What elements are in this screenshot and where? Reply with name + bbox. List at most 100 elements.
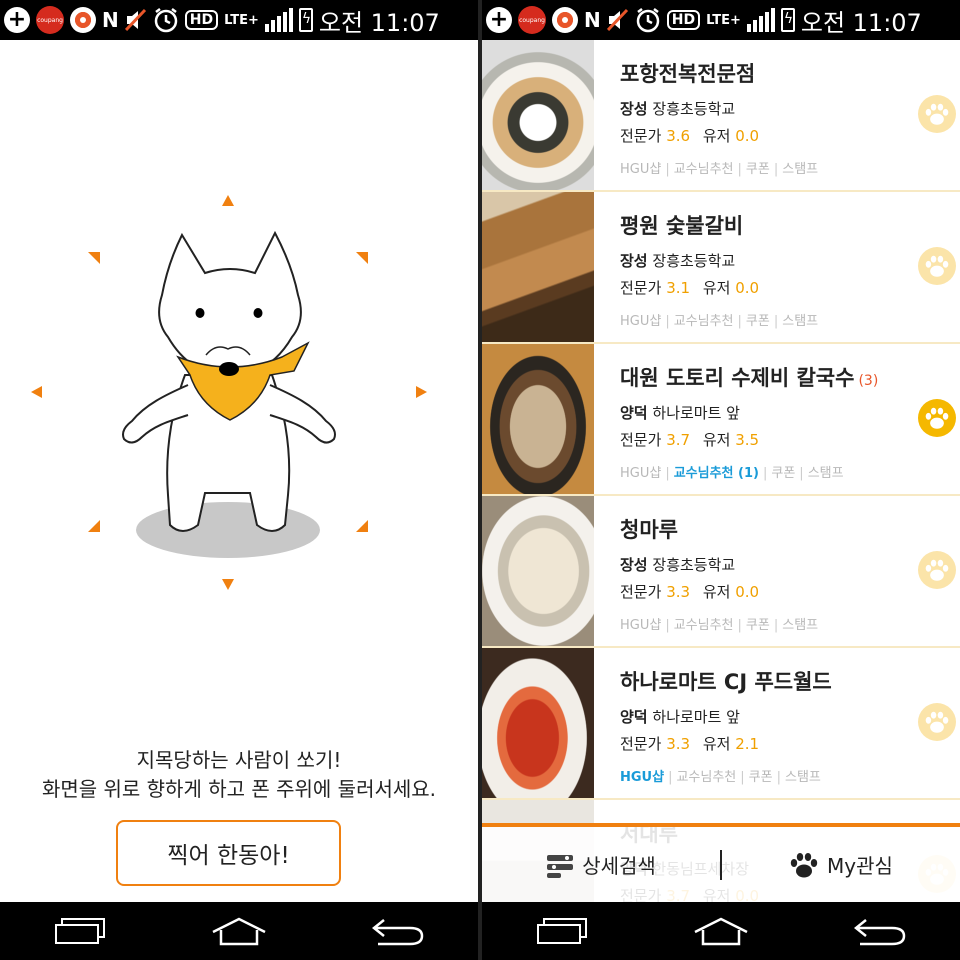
target-icon: [552, 7, 578, 33]
restaurant-tag[interactable]: 스탬프: [808, 466, 844, 481]
restaurant-photo: [482, 496, 594, 646]
restaurant-scores: 전문가 3.7 유저 3.5: [620, 429, 910, 450]
restaurant-tag[interactable]: HGU샵: [620, 770, 664, 785]
restaurant-tag[interactable]: HGU샵: [620, 466, 661, 481]
restaurant-tags: HGU샵|교수님추천|쿠폰|스탬프: [620, 158, 910, 177]
restaurant-tag[interactable]: 교수님추천: [674, 162, 734, 177]
restaurant-name-text: 평원 숯불갈비: [620, 214, 744, 238]
expert-score: 3.1: [666, 279, 691, 297]
tag-separator: |: [762, 466, 768, 481]
tag-separator: |: [737, 618, 742, 633]
location-area: 양덕: [620, 404, 648, 422]
restaurant-tag[interactable]: 교수님추천: [676, 770, 736, 785]
restaurant-tag[interactable]: 쿠폰: [746, 314, 770, 329]
favorite-paw-button[interactable]: [918, 551, 956, 589]
restaurant-row[interactable]: 대원 도토리 수제비 칼국수 (3) 양덕 하나로마트 앞전문가 3.7 유저 3.…: [482, 344, 960, 496]
restaurant-name-text: 포항전복전문점: [620, 62, 756, 86]
navigation-bar: [0, 902, 478, 960]
clock: 오전 11:07: [318, 8, 440, 37]
restaurant-tag[interactable]: 스탬프: [782, 314, 818, 329]
expert-score: 3.6: [666, 127, 691, 145]
restaurant-location: 장성 장흥초등학교: [620, 250, 910, 271]
expert-score: 3.7: [666, 431, 691, 449]
restaurant-tag[interactable]: 쿠폰: [746, 162, 770, 177]
restaurant-tags: HGU샵|교수님추천|쿠폰|스탬프: [620, 310, 910, 329]
restaurant-name: 대원 도토리 수제비 칼국수 (3): [620, 362, 910, 392]
home-button[interactable]: [209, 911, 269, 951]
back-icon: [372, 919, 424, 946]
restaurant-photo: [482, 40, 594, 190]
restaurant-info: 청마루 장성 장흥초등학교 전문가 3.3 유저 0.0 HGU샵 | 교수님추천 | 쿠폰…: [620, 514, 910, 633]
tag-separator: |: [665, 162, 670, 177]
tag-separator: |: [799, 466, 804, 481]
restaurant-scores: 전문가 3.1 유저 0.0: [620, 277, 910, 298]
shoot-button[interactable]: 찍어 한동아!: [116, 820, 341, 886]
user-label: 유저: [702, 127, 731, 145]
my-favorites-label: My관심: [827, 854, 893, 878]
restaurant-list-screen: + coupang N HD LTE+ 오전 11:07 포항전복전문점장성 장…: [482, 0, 960, 960]
restaurant-tag[interactable]: 쿠폰: [749, 770, 773, 785]
favorite-paw-button[interactable]: [918, 399, 956, 437]
restaurant-info: 하나로마트 CJ 푸드월드 양덕 하나로마트 앞 전문가 3.3 유저 2.1 HG…: [620, 666, 910, 785]
restaurant-tag[interactable]: 스탬프: [782, 162, 818, 177]
restaurant-tag[interactable]: 교수님추천 (1): [674, 466, 759, 481]
restaurant-tag[interactable]: HGU샵: [620, 314, 661, 329]
restaurant-tag[interactable]: 교수님추천: [674, 618, 734, 633]
recent-apps-button[interactable]: [50, 911, 110, 951]
favorite-paw-button[interactable]: [918, 703, 956, 741]
arrow-downright-icon: [356, 520, 368, 532]
restaurant-name-text: 대원 도토리 수제비 칼국수: [620, 366, 855, 390]
restaurant-row[interactable]: 평원 숯불갈비장성 장흥초등학교전문가 3.1 유저 0.0 HGU샵 | 교수님추…: [482, 192, 960, 344]
expert-label: 전문가: [620, 735, 662, 753]
add-icon: +: [4, 7, 30, 33]
paw-icon: [925, 103, 949, 125]
home-button[interactable]: [691, 911, 751, 951]
back-icon: [854, 919, 906, 946]
camera-screen: + coupang N HD LTE+ 오전 11:07: [0, 0, 478, 960]
restaurant-name-text: 하나로마트 CJ 푸드월드: [620, 670, 832, 694]
location-landmark: 하나로마트 앞: [652, 404, 740, 422]
target-icon: [70, 7, 96, 33]
signal-icon: [264, 8, 293, 32]
back-button[interactable]: [368, 911, 428, 951]
back-button[interactable]: [850, 911, 910, 951]
battery-charging-icon: [780, 8, 795, 32]
restaurant-tag[interactable]: HGU샵: [620, 162, 661, 177]
favorite-paw-button[interactable]: [918, 95, 956, 133]
paw-icon: [925, 559, 949, 581]
coupang-app-icon: coupang: [36, 6, 64, 34]
tag-separator: |: [665, 314, 670, 329]
hd-voice-icon: HD: [184, 10, 219, 30]
paw-icon: [925, 711, 949, 733]
recent-apps-button[interactable]: [532, 911, 592, 951]
restaurant-tag[interactable]: 쿠폰: [746, 618, 770, 633]
recent-apps-icon: [536, 918, 587, 944]
restaurant-info: 평원 숯불갈비장성 장흥초등학교전문가 3.1 유저 0.0 HGU샵 | 교수님추…: [620, 210, 910, 329]
restaurant-scores: 전문가 3.3 유저 2.1: [620, 733, 910, 754]
tag-separator: |: [668, 770, 673, 785]
location-area: 장성: [620, 252, 648, 270]
tag-separator: |: [773, 618, 779, 633]
home-icon: [212, 917, 266, 946]
restaurant-row[interactable]: 하나로마트 CJ 푸드월드 양덕 하나로마트 앞 전문가 3.3 유저 2.1 HG…: [482, 648, 960, 800]
restaurant-scores: 전문가 3.3 유저 0.0: [620, 581, 910, 602]
user-score: 3.5: [735, 431, 760, 449]
my-favorites-button[interactable]: My관심: [722, 827, 960, 902]
restaurant-tag[interactable]: 쿠폰: [771, 466, 795, 481]
tag-separator: |: [665, 466, 670, 481]
alarm-icon: [153, 7, 179, 33]
signal-icon: [746, 8, 775, 32]
restaurant-tag[interactable]: HGU샵: [620, 618, 661, 633]
restaurant-tag[interactable]: 교수님추천: [674, 314, 734, 329]
detail-search-button[interactable]: 상세검색: [482, 827, 720, 902]
restaurant-tag[interactable]: 스탬프: [785, 770, 821, 785]
user-score: 0.0: [735, 279, 760, 297]
recent-apps-icon: [54, 918, 105, 944]
expert-score: 3.3: [666, 735, 691, 753]
restaurant-row[interactable]: 포항전복전문점 장성 장흥초등학교 전문가 3.6 유저 0.0 HGU샵 | 교수님추…: [482, 40, 960, 192]
favorite-paw-button[interactable]: [918, 247, 956, 285]
paw-icon: [925, 255, 949, 277]
restaurant-tag[interactable]: 스탬프: [782, 618, 818, 633]
instruction-text: 지목당하는 사람이 쏘기! 화면을 위로 향하게 하고 폰 주위에 둘러서세요.: [0, 746, 478, 804]
restaurant-row[interactable]: 청마루 장성 장흥초등학교 전문가 3.3 유저 0.0 HGU샵 | 교수님추천 | 쿠폰…: [482, 496, 960, 648]
